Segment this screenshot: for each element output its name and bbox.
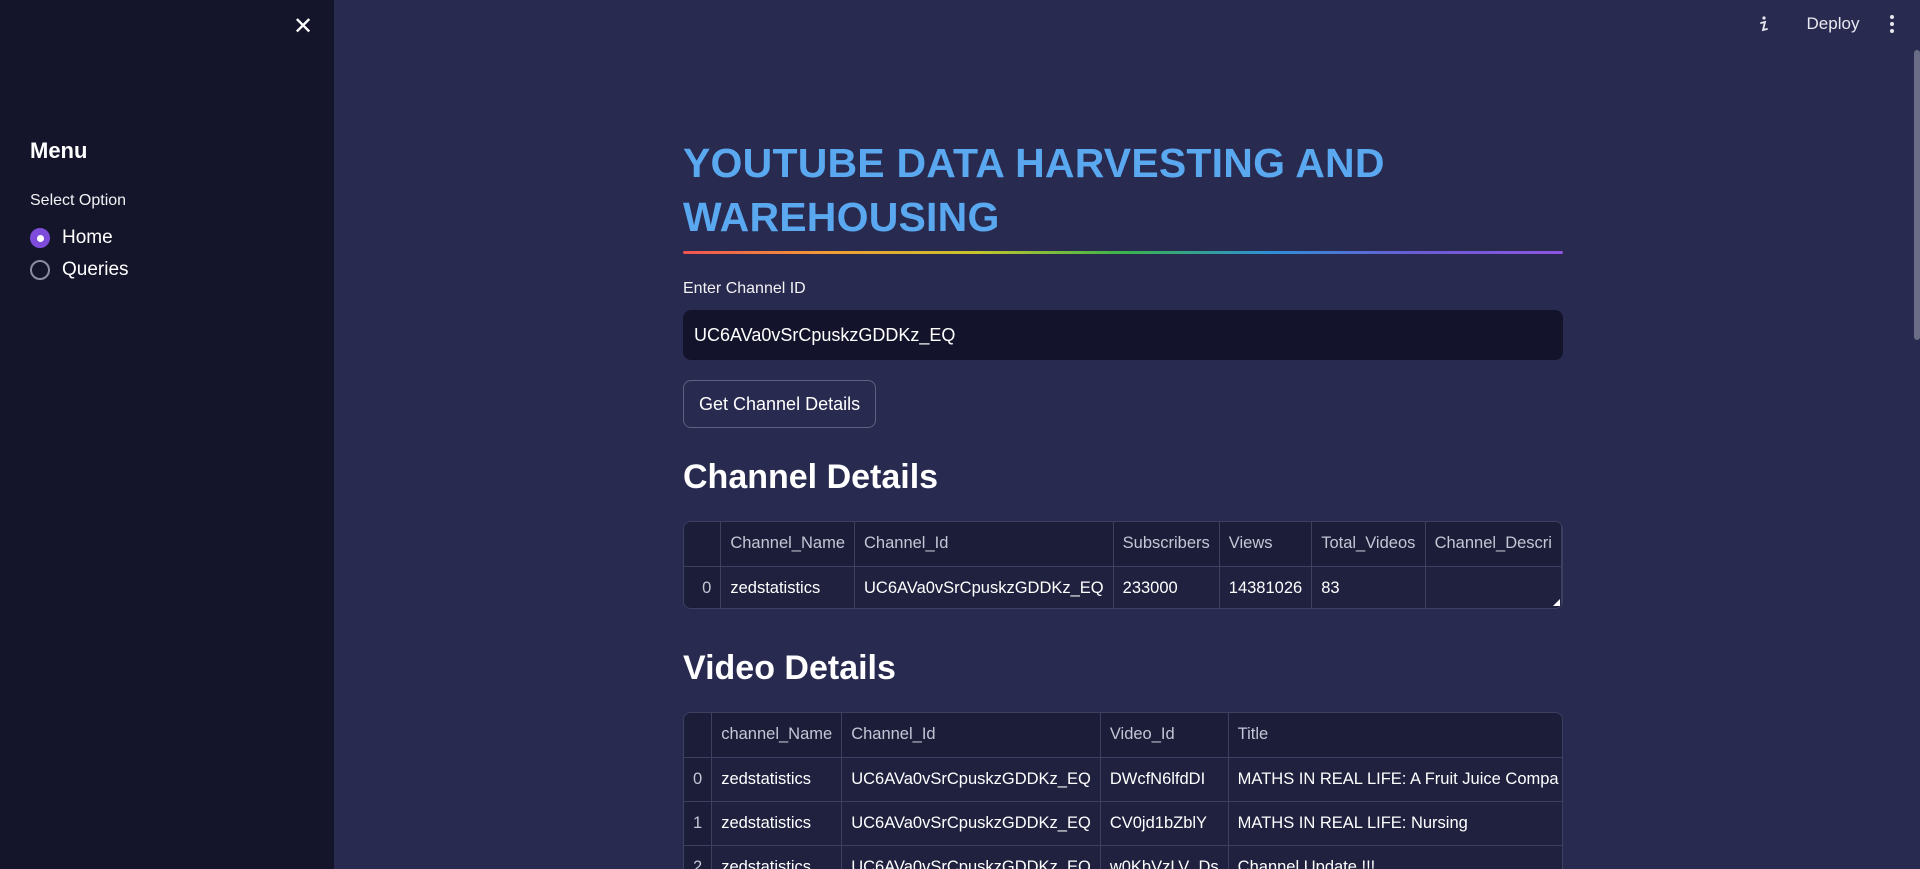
column-header[interactable]: Title [1228, 713, 1562, 758]
deploy-button[interactable]: Deploy [1800, 10, 1866, 38]
table-cell[interactable]: 233000 [1113, 566, 1220, 608]
table-row[interactable]: 0 zedstatistics UC6AVa0vSrCpuskzGDDKz_EQ… [684, 757, 1562, 802]
table-row[interactable]: 2 zedstatistics UC6AVa0vSrCpuskzGDDKz_EQ… [684, 845, 1562, 869]
column-header[interactable]: channel_Name [711, 713, 843, 758]
table-cell[interactable]: CV0jd1bZblY [1100, 801, 1229, 846]
table-cell[interactable]: 14381026 [1219, 566, 1313, 608]
table-cell[interactable]: DWcfN6lfdDI [1100, 757, 1229, 802]
index-header [684, 713, 713, 758]
menu-title: Menu [30, 138, 88, 163]
table-cell[interactable]: MATHS IN REAL LIFE: Nursing [1228, 801, 1562, 846]
radio-unselected-icon[interactable] [30, 260, 50, 280]
column-header[interactable]: Channel_Descri [1425, 522, 1562, 567]
row-index: 2 [684, 845, 713, 869]
more-menu-icon[interactable] [1882, 10, 1902, 38]
table-cell[interactable]: zedstatistics [711, 757, 843, 802]
channel-details-heading: Channel Details [683, 458, 939, 496]
column-header[interactable]: Channel_Id [854, 522, 1114, 567]
table-header-row: channel_Name Channel_Id Video_Id Title [684, 713, 1562, 758]
column-header[interactable]: Channel_Name [720, 522, 855, 567]
radio-option-home[interactable]: Home [30, 227, 113, 249]
radio-option-queries[interactable]: Queries [30, 259, 129, 281]
select-option-label: Select Option [30, 192, 127, 209]
row-index: 1 [684, 801, 713, 846]
table-cell[interactable]: zedstatistics [711, 845, 843, 869]
close-sidebar-icon[interactable]: ✕ [290, 14, 316, 40]
table-cell[interactable]: UC6AVa0vSrCpuskzGDDKz_EQ [841, 845, 1101, 869]
radio-selected-icon[interactable] [30, 228, 50, 248]
radio-label-queries: Queries [62, 259, 129, 280]
table-cell[interactable]: w0KbVzLV_Ds [1100, 845, 1229, 869]
title-divider [683, 251, 1563, 254]
table-cell[interactable] [1425, 566, 1562, 608]
index-header [684, 522, 722, 567]
page-title: YOUTUBE DATA HARVESTING AND WAREHOUSING [683, 140, 1385, 240]
table-cell[interactable]: Channel Update !!! [1228, 845, 1562, 869]
table-row[interactable]: 1 zedstatistics UC6AVa0vSrCpuskzGDDKz_EQ… [684, 801, 1562, 846]
table-cell[interactable]: UC6AVa0vSrCpuskzGDDKz_EQ [841, 801, 1101, 846]
video-details-heading: Video Details [683, 649, 896, 687]
table-header-row: Channel_Name Channel_Id Subscribers View… [684, 522, 1562, 567]
info-icon[interactable] [1754, 10, 1774, 38]
resize-handle-icon[interactable] [1553, 599, 1560, 606]
column-header[interactable]: Total_Videos [1311, 522, 1426, 567]
page-scrollbar[interactable] [1914, 50, 1920, 340]
table-cell[interactable]: zedstatistics [720, 566, 855, 608]
channel-id-input[interactable] [683, 310, 1563, 360]
column-header[interactable]: Video_Id [1100, 713, 1229, 758]
table-cell[interactable]: UC6AVa0vSrCpuskzGDDKz_EQ [854, 566, 1114, 608]
channel-id-label: Enter Channel ID [683, 280, 806, 297]
column-header[interactable]: Views [1219, 522, 1313, 567]
row-index: 0 [684, 757, 713, 802]
channel-details-table[interactable]: Channel_Name Channel_Id Subscribers View… [683, 521, 1563, 609]
table-cell[interactable]: UC6AVa0vSrCpuskzGDDKz_EQ [841, 757, 1101, 802]
sidebar: ✕ Menu Select Option Home Queries [0, 0, 334, 869]
radio-label-home: Home [62, 227, 113, 248]
get-channel-details-button[interactable]: Get Channel Details [683, 380, 877, 428]
table-cell[interactable]: MATHS IN REAL LIFE: A Fruit Juice Compa [1228, 757, 1562, 802]
column-header[interactable]: Channel_Id [841, 713, 1101, 758]
table-cell[interactable]: zedstatistics [711, 801, 843, 846]
row-index: 0 [684, 566, 722, 608]
video-details-table[interactable]: channel_Name Channel_Id Video_Id Title 0… [683, 712, 1563, 869]
table-row[interactable]: 0 zedstatistics UC6AVa0vSrCpuskzGDDKz_EQ… [684, 566, 1562, 608]
column-header[interactable]: Subscribers [1113, 522, 1220, 567]
table-cell[interactable]: 83 [1311, 566, 1426, 608]
